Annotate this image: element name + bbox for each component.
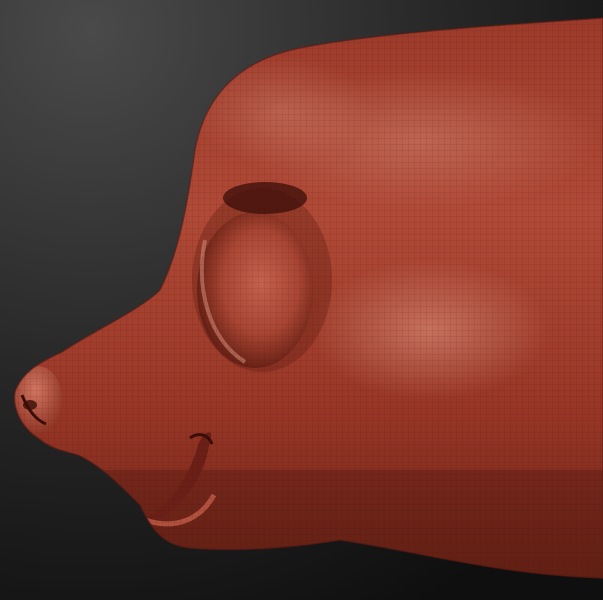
viewport-canvas (0, 0, 603, 600)
sculpt-viewport (0, 0, 603, 600)
